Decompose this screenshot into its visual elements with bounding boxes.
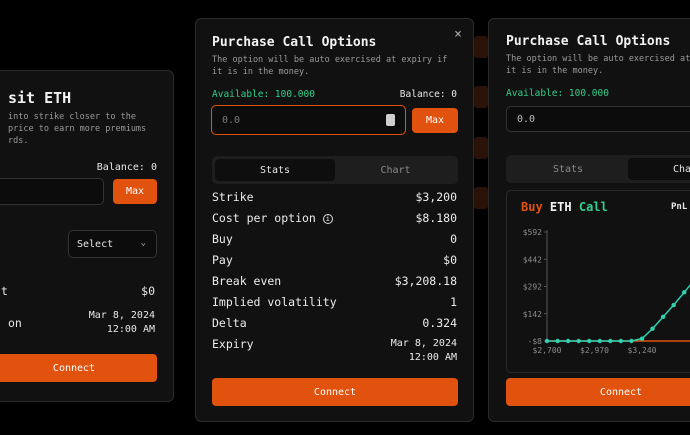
y-tick-label: $142 (523, 310, 542, 319)
pnl-data-point (660, 314, 666, 320)
deposit-amount-input[interactable] (0, 178, 104, 205)
chart-card: Purchase Call Options The option will be… (488, 18, 690, 422)
x-tick-label: $3,240 (628, 346, 657, 355)
pnl-data-point (639, 336, 645, 341)
deposit-card: sit ETH into strike closer to the price … (0, 70, 174, 402)
y-tick-label: $442 (523, 255, 542, 264)
pnl-data-point (618, 338, 624, 344)
chart-box: Buy ETH Call PnL $592 $442 $292 $142 -$8 $2,7… (506, 190, 690, 373)
x-tick-label: $2,700 (533, 346, 562, 355)
purchase-description: The option will be auto exercised at exp… (212, 55, 448, 77)
stepper-icon[interactable] (386, 114, 395, 126)
stat-row-break-even: Break even $3,208.18 (212, 274, 457, 288)
pnl-data-point (682, 290, 687, 295)
chevron-down-icon: ⌄ (140, 238, 146, 248)
tab-stats[interactable]: Stats (509, 158, 627, 180)
purchase-balance: Balance: 0 (399, 89, 457, 100)
tab-chart[interactable]: Cha (628, 158, 690, 180)
background-shape (474, 86, 488, 108)
pnl-data-point (587, 338, 592, 344)
pnl-data-point (671, 302, 676, 308)
chart-card-available: Available: 100.000 (506, 88, 609, 99)
stat-row-pay: Pay $0 (212, 253, 457, 267)
deposit-connect-button[interactable]: Connect (0, 354, 157, 382)
tab-stats[interactable]: Stats (215, 159, 335, 181)
stat-row-buy: Buy 0 (212, 232, 457, 246)
info-icon[interactable]: i (322, 214, 333, 224)
pnl-data-point (555, 338, 560, 344)
deposit-row-1-label: t (1, 284, 8, 298)
pnl-data-point (597, 338, 602, 344)
close-icon[interactable]: × (454, 27, 462, 42)
connect-button[interactable]: Connect (212, 378, 458, 406)
pnl-data-point (629, 338, 634, 344)
x-tick-label: $2,970 (580, 346, 609, 355)
deposit-title: sit ETH (8, 89, 72, 107)
deposit-max-button[interactable]: Max (113, 179, 157, 204)
stat-row-strike: Strike $3,200 (212, 190, 457, 204)
max-button[interactable]: Max (412, 108, 458, 133)
stat-row-delta: Delta 0.324 (212, 316, 457, 330)
background-shape (474, 36, 488, 58)
deposit-select[interactable]: Select ⌄ (68, 230, 157, 258)
purchase-card: × Purchase Call Options The option will … (195, 18, 474, 422)
deposit-row-2-value: Mar 8, 2024 12:00 AM (88, 310, 155, 335)
pnl-data-point (576, 338, 581, 344)
deposit-row-1-value: $0 (141, 284, 155, 298)
pnl-data-point (565, 338, 571, 344)
available-amount: Available: 100.000 (212, 89, 315, 100)
y-tick-label: $592 (523, 228, 542, 237)
deposit-balance: Balance: 0 (96, 162, 157, 173)
tab-chart[interactable]: Chart (336, 159, 455, 181)
pnl-data-point (650, 326, 655, 331)
background-shape (474, 187, 488, 209)
stat-row-expiry: Expiry Mar 8, 2024 12:00 AM (212, 337, 457, 363)
chart-card-connect-button[interactable]: Connect (506, 378, 690, 406)
deposit-description: into strike closer to the price to earn … (8, 112, 147, 146)
pnl-data-point (544, 338, 550, 344)
chart-card-tabs: Stats Cha (506, 155, 690, 183)
chart-card-amount-input[interactable]: 0.0 (506, 106, 690, 132)
background-shape (474, 137, 488, 159)
pnl-data-point (608, 338, 613, 344)
pnl-chart: $592 $442 $292 $142 -$8$2,700 $2,970 $3,240 (523, 228, 690, 355)
chart-card-title: Purchase Call Options (506, 34, 671, 49)
stat-row-cost: Cost per option i $8.180 (212, 211, 457, 225)
pnl-series-line (547, 284, 690, 342)
y-tick-label: $292 (523, 283, 542, 292)
purchase-title: Purchase Call Options (212, 35, 377, 50)
stats-chart-tabs: Stats Chart (212, 156, 458, 184)
chart-card-description: The option will be auto exercised at it … (506, 54, 690, 76)
stat-row-implied-volatility: Implied volatility 1 (212, 295, 457, 309)
deposit-row-2-label: on (8, 316, 22, 330)
y-tick-label: -$8 (528, 337, 543, 346)
amount-input[interactable]: 0.0 (211, 105, 406, 135)
